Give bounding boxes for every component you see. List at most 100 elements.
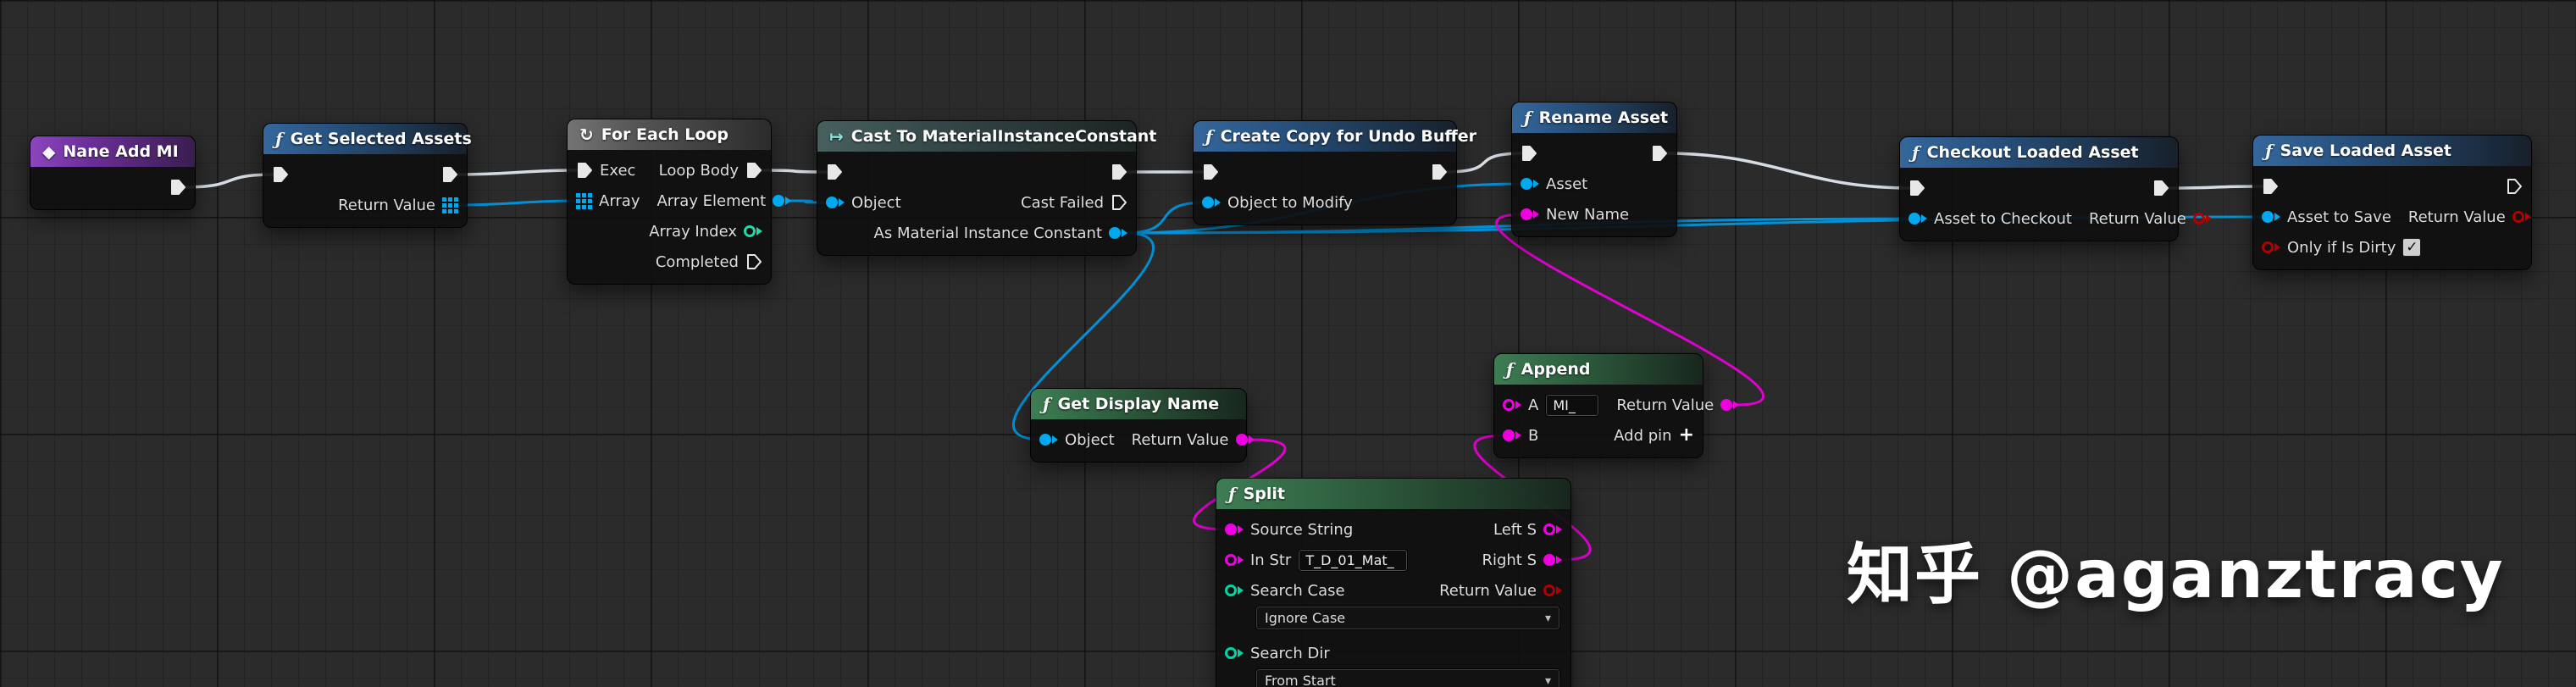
pin-label: Array Element [656, 191, 767, 210]
fn-icon: ƒ [275, 129, 283, 149]
pin-value-input[interactable] [1545, 393, 1600, 417]
pin-return-value[interactable]: Return Value [330, 190, 467, 220]
pin-exec-out[interactable] [1643, 138, 1676, 169]
pin-source-string-icon [1225, 524, 1244, 535]
node-rename-asset[interactable]: ƒ Rename Asset Asset New Name [1511, 102, 1677, 237]
pin-return-value[interactable]: Return Value [1431, 575, 1571, 606]
node-header: ↦ Cast To MaterialInstanceConstant [817, 121, 1156, 152]
pin-label: As Material Instance Constant [873, 224, 1102, 242]
pin-label: Return Value [2407, 208, 2506, 226]
pin-asset-to-checkout[interactable]: Asset to Checkout [1900, 203, 2080, 234]
pin-exec-out[interactable] [1102, 157, 1136, 187]
fn-icon: ƒ [1228, 484, 1236, 504]
node-append[interactable]: ƒ Append A Return Value B Add pin + [1493, 353, 1740, 458]
pin-source-string[interactable]: Source String [1216, 514, 1361, 545]
pin-exec-out-icon [169, 179, 186, 196]
node-title: For Each Loop [601, 125, 729, 144]
pin-exec-in[interactable] [1512, 138, 1546, 169]
pin-array-element[interactable]: Array Element [648, 186, 800, 216]
pin-label: Loop Body [658, 161, 739, 180]
pin-exec-out[interactable] [161, 172, 195, 202]
pin-exec-out[interactable] [433, 159, 467, 190]
pin-value-input[interactable] [1298, 548, 1409, 572]
pin-cast-failed[interactable]: Cast Failed [1012, 187, 1136, 218]
pin-label: Asset to Checkout [1934, 209, 2072, 228]
pin-exec-in[interactable] [1900, 173, 1934, 203]
pin-b[interactable]: B [1494, 420, 1547, 451]
pin-in-str[interactable]: In Str [1216, 545, 1416, 575]
pin-object[interactable]: Object [817, 187, 910, 218]
pin-search-dir[interactable]: Search Dir [1216, 638, 1338, 668]
pin-label: Search Case [1250, 581, 1345, 600]
pin-completed[interactable]: Completed [647, 247, 771, 277]
dropdown[interactable]: Ignore Case ▾ [1255, 606, 1560, 630]
pin-right-s[interactable]: Right S [1473, 545, 1571, 575]
chevron-down-icon: ▾ [1544, 611, 1551, 625]
pin-label: Return Value [338, 196, 435, 214]
pin-asset-to-save[interactable]: Asset to Save [2253, 202, 2400, 232]
pin-exec-out[interactable] [2144, 173, 2178, 203]
pin-return-value[interactable]: Return Value [1608, 390, 1748, 420]
pin-exec-in[interactable] [817, 157, 851, 187]
pin-cast-failed-icon [1111, 194, 1127, 211]
pin-array-icon [576, 192, 592, 209]
pin-search-case[interactable]: Search Case [1216, 575, 1354, 606]
pin-new-name[interactable]: New Name [1512, 199, 1637, 230]
pin-exec-in[interactable] [263, 159, 297, 190]
pin-array-index[interactable]: Array Index [640, 216, 771, 247]
pin-array[interactable]: Array [568, 186, 648, 216]
pin-exec-in[interactable] [1194, 157, 1227, 187]
pin-return-value[interactable]: Return Value [2400, 202, 2540, 232]
node-header: ƒ Append [1494, 354, 1703, 385]
pin-right-s-icon [1543, 554, 1562, 566]
pin-exec-in-icon [1521, 145, 1537, 162]
pin-label: Search Dir [1250, 644, 1330, 662]
node-header: ↻ For Each Loop [568, 119, 771, 150]
checkbox[interactable]: ✓ [2402, 238, 2422, 257]
pin-a-icon [1503, 399, 1521, 411]
node-get-display-name[interactable]: ƒ Get Display Name Object Return Value [1030, 388, 1255, 463]
pin-object[interactable]: Object [1031, 424, 1123, 455]
node-create-copy-for-undo-buffer[interactable]: ƒ Create Copy for Undo Buffer Object to Mo… [1193, 120, 1476, 225]
pin-label: Array Index [649, 222, 737, 241]
pin-label: Source String [1250, 520, 1354, 539]
pin-left-s[interactable]: Left S [1485, 514, 1571, 545]
node-get-selected-assets[interactable]: ƒ Get Selected Assets Return Value [263, 123, 472, 228]
pin-exec-out[interactable] [2497, 171, 2531, 202]
fn-icon: ƒ [1043, 394, 1050, 414]
pin-exec-out[interactable] [1422, 157, 1456, 187]
dropdown[interactable]: From Start ▾ [1255, 668, 1560, 687]
pin-return-value-icon [2192, 213, 2212, 224]
pin-label: Return Value [1616, 396, 1715, 414]
pin-add-pin-icon: + [1679, 426, 1694, 445]
pin-as-material-instance-constant[interactable]: As Material Instance Constant [866, 218, 1136, 248]
pin-return-value-icon [1720, 399, 1740, 411]
pin-object-icon [1039, 434, 1058, 446]
blueprint-graph-canvas[interactable]: 知乎 @aganztracy ◆ Nane Add MI ƒ Get Selected… [0, 0, 2576, 687]
pin-a[interactable]: A [1494, 390, 1608, 420]
pin-return-value[interactable]: Return Value [1123, 424, 1263, 455]
pin-only-if-is-dirty[interactable]: Only if Is Dirty ✓ [2253, 232, 2429, 263]
pin-exec-out-icon [1111, 163, 1127, 180]
pin-asset[interactable]: Asset [1512, 169, 1596, 199]
node-cast-to-materialinstanceconstant[interactable]: ↦ Cast To MaterialInstanceConstant Object C… [817, 120, 1156, 256]
node-nane-add-mi[interactable]: ◆ Nane Add MI [30, 136, 196, 210]
wire-exec [182, 173, 276, 189]
pin-completed-icon [745, 253, 762, 270]
node-checkout-loaded-asset[interactable]: ƒ Checkout Loaded Asset Asset to Checkout R… [1899, 136, 2212, 241]
pin-exec-out-icon [2152, 180, 2169, 197]
node-save-loaded-asset[interactable]: ƒ Save Loaded Asset Asset to Save Return Va… [2252, 135, 2532, 270]
pin-label: Asset to Save [2287, 208, 2391, 226]
pin-left-s-icon [1543, 524, 1562, 535]
pin-exec-in[interactable] [2253, 171, 2287, 202]
pin-exec-in[interactable]: Exec [568, 155, 644, 186]
node-title: Save Loaded Asset [2280, 141, 2451, 160]
pin-return-value[interactable]: Return Value [2080, 203, 2220, 234]
node-split[interactable]: ƒ Split Source String Left S In Str Right S Se… [1216, 478, 1571, 687]
pin-loop-body[interactable]: Loop Body [651, 155, 771, 186]
pin-object-to-modify[interactable]: Object to Modify [1194, 187, 1361, 218]
pin-add-pin[interactable]: Add pin + [1605, 420, 1703, 451]
node-for-each-loop[interactable]: ↻ For Each Loop Exec Loop Body Array Array El… [567, 119, 792, 285]
pin-label: Only if Is Dirty [2287, 238, 2396, 257]
node-title: Nane Add MI [63, 142, 179, 161]
